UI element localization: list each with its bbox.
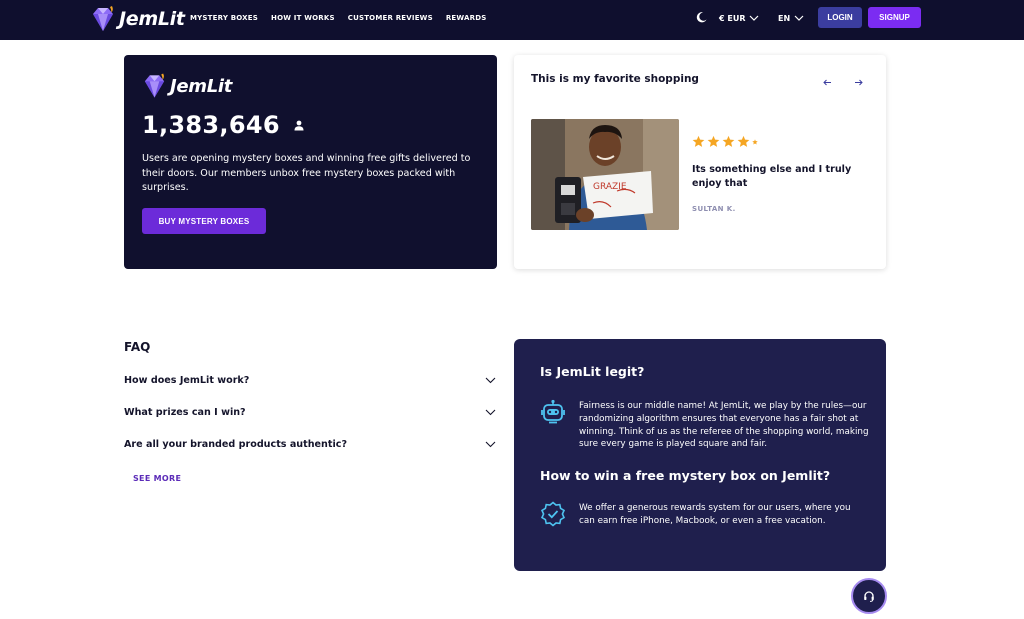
star-icon	[707, 135, 720, 147]
user-count: 1,383,646	[142, 111, 280, 139]
star-half-icon	[752, 138, 758, 144]
faq-question: What prizes can I win?	[124, 406, 246, 418]
nav-link-mystery-boxes[interactable]: MYSTERY BOXES	[190, 14, 258, 22]
chevron-down-icon	[750, 15, 759, 21]
info-card: Is JemLit legit? Fairness is our middle …	[514, 339, 886, 571]
review-next-button[interactable]	[851, 75, 865, 89]
top-nav: JemLit MYSTERY BOXES HOW IT WORKS CUSTOM…	[0, 0, 1024, 40]
user-icon	[294, 120, 304, 130]
moon-icon[interactable]	[695, 11, 708, 24]
verified-badge-icon	[540, 501, 566, 527]
sign-text: GRAZIE	[593, 182, 627, 192]
faq-item[interactable]: What prizes can I win?	[124, 404, 496, 420]
support-chat-button[interactable]	[851, 578, 887, 614]
review-card: This is my favorite shopping GRAZIE Its …	[514, 55, 886, 269]
headset-icon	[864, 591, 874, 602]
nav-link-customer-reviews[interactable]: CUSTOMER REVIEWS	[348, 14, 433, 22]
faq-item[interactable]: How does JemLit work?	[124, 372, 496, 388]
login-button[interactable]: LOGIN	[818, 7, 862, 28]
faq-question: Are all your branded products authentic?	[124, 438, 348, 450]
faq-title: FAQ	[124, 340, 151, 354]
hero-brand-name: JemLit	[170, 75, 233, 97]
arrow-left-icon	[822, 79, 831, 85]
see-more-link[interactable]: SEE MORE	[133, 474, 181, 483]
chevron-down-icon	[485, 377, 496, 383]
chevron-down-icon	[485, 409, 496, 415]
chevron-down-icon	[794, 15, 804, 21]
review-prev-button[interactable]	[820, 75, 834, 89]
legit-title: Is JemLit legit?	[540, 364, 645, 379]
language-selector[interactable]: EN	[778, 11, 804, 25]
hero-card: JemLit 1,383,646 Users are opening myste…	[124, 55, 497, 269]
robot-icon	[541, 399, 565, 424]
language-label: EN	[778, 13, 791, 23]
buy-mystery-boxes-button[interactable]: BUY MYSTERY BOXES	[142, 208, 266, 234]
signup-button[interactable]: SIGNUP	[868, 7, 921, 28]
win-text: We offer a generous rewards system for o…	[579, 503, 851, 526]
nav-link-how-it-works[interactable]: HOW IT WORKS	[271, 14, 335, 22]
chevron-down-icon	[485, 441, 496, 447]
star-icon	[737, 135, 750, 147]
review-rating	[692, 135, 760, 148]
star-icon	[692, 135, 705, 147]
legit-text: Fairness is our middle name! At JemLit, …	[579, 401, 869, 450]
review-author: SULTAN K.	[692, 205, 736, 213]
faq-item[interactable]: Are all your branded products authentic?	[124, 436, 496, 452]
brand-name: JemLit	[119, 8, 185, 30]
review-title: This is my favorite shopping	[531, 73, 699, 85]
gem-icon	[144, 73, 165, 98]
gem-icon	[93, 6, 113, 31]
star-icon	[722, 135, 735, 147]
currency-selector[interactable]: € EUR	[719, 11, 759, 25]
user-counter: 1,383,646	[142, 111, 304, 139]
nav-links: MYSTERY BOXES HOW IT WORKS CUSTOMER REVI…	[190, 0, 499, 36]
currency-label: € EUR	[719, 13, 746, 23]
hero-logo: JemLit	[142, 72, 232, 100]
hero-description: Users are opening mystery boxes and winn…	[142, 153, 471, 193]
arrow-right-icon	[854, 79, 863, 85]
reviewer-photo: GRAZIE	[531, 119, 679, 230]
brand-logo[interactable]: JemLit	[90, 4, 185, 34]
win-title: How to win a free mystery box on Jemlit?	[540, 468, 831, 483]
review-quote: Its something else and I truly enjoy tha…	[692, 164, 852, 189]
faq-question: How does JemLit work?	[124, 374, 250, 386]
nav-link-rewards[interactable]: REWARDS	[446, 14, 487, 22]
